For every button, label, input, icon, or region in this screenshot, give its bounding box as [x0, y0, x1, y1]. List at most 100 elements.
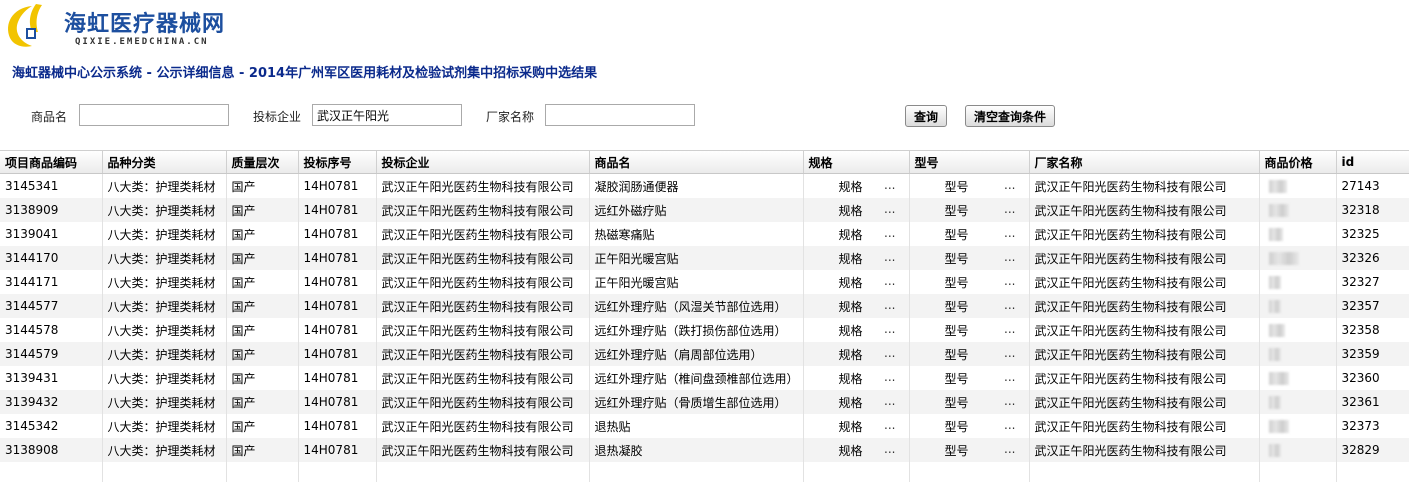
cell-quality: 国产: [226, 342, 298, 366]
cell-product: 正午阳光暖宫贴: [589, 246, 803, 270]
cell-product: 远红外理疗贴（肩周部位选用）: [589, 342, 803, 366]
more-button[interactable]: ...: [884, 418, 895, 432]
cell-code: 3144171: [0, 270, 102, 294]
redacted-price: [1269, 204, 1289, 217]
redacted-price: [1269, 180, 1287, 193]
column-header[interactable]: 型号: [909, 151, 1029, 174]
more-button[interactable]: ...: [1004, 346, 1015, 360]
query-button[interactable]: 查询: [905, 105, 947, 127]
cell-model: 型号...: [909, 198, 1029, 222]
table-row[interactable]: 3139041八大类：护理类耗材国产14H0781武汉正午阳光医药生物科技有限公…: [0, 222, 1409, 246]
cell-product: 远红外理疗贴（椎间盘颈椎部位选用）: [589, 366, 803, 390]
column-header[interactable]: 投标企业: [376, 151, 589, 174]
redacted-price: [1269, 396, 1281, 409]
cell-price: [1259, 198, 1336, 222]
cell-product: 正午阳光暖宫贴: [589, 270, 803, 294]
more-button[interactable]: ...: [884, 322, 895, 336]
table-row[interactable]: 3139432八大类：护理类耗材国产14H0781武汉正午阳光医药生物科技有限公…: [0, 390, 1409, 414]
brand-name: 海虹医疗器械网: [64, 6, 225, 38]
more-button[interactable]: ...: [884, 346, 895, 360]
more-button[interactable]: ...: [1004, 226, 1015, 240]
more-button[interactable]: ...: [1004, 370, 1015, 384]
more-button[interactable]: ...: [884, 442, 895, 456]
more-button[interactable]: ...: [884, 226, 895, 240]
more-button[interactable]: ...: [1004, 322, 1015, 336]
cell-spec: 规格...: [803, 222, 909, 246]
more-button[interactable]: ...: [884, 178, 895, 192]
cell-bidder: 武汉正午阳光医药生物科技有限公司: [376, 294, 589, 318]
cell-bidder: 武汉正午阳光医药生物科技有限公司: [376, 318, 589, 342]
table-row[interactable]: 3138908八大类：护理类耗材国产14H0781武汉正午阳光医药生物科技有限公…: [0, 438, 1409, 462]
column-header[interactable]: 品种分类: [102, 151, 226, 174]
more-button[interactable]: ...: [884, 250, 895, 264]
cell-category: 八大类：护理类耗材: [102, 222, 226, 246]
column-header[interactable]: 厂家名称: [1029, 151, 1259, 174]
spec-label: 规格: [839, 250, 863, 267]
column-header[interactable]: 质量层次: [226, 151, 298, 174]
empty-cell: [102, 462, 226, 482]
more-button[interactable]: ...: [1004, 442, 1015, 456]
maker-label: 厂家名称: [486, 108, 534, 125]
column-header[interactable]: 商品价格: [1259, 151, 1336, 174]
table-row[interactable]: 3144578八大类：护理类耗材国产14H0781武汉正午阳光医药生物科技有限公…: [0, 318, 1409, 342]
empty-row: [0, 462, 1409, 482]
clear-query-button[interactable]: 清空查询条件: [965, 105, 1055, 127]
column-header[interactable]: id: [1336, 151, 1409, 174]
maker-input[interactable]: [545, 104, 695, 126]
cell-code: 3144577: [0, 294, 102, 318]
more-button[interactable]: ...: [1004, 274, 1015, 288]
table-row[interactable]: 3144170八大类：护理类耗材国产14H0781武汉正午阳光医药生物科技有限公…: [0, 246, 1409, 270]
product-input[interactable]: [79, 104, 229, 126]
table-row[interactable]: 3138909八大类：护理类耗材国产14H0781武汉正午阳光医药生物科技有限公…: [0, 198, 1409, 222]
model-label: 型号: [945, 226, 969, 243]
cell-model: 型号...: [909, 174, 1029, 199]
empty-cell: [226, 462, 298, 482]
column-header[interactable]: 商品名: [589, 151, 803, 174]
more-button[interactable]: ...: [884, 298, 895, 312]
more-button[interactable]: ...: [1004, 298, 1015, 312]
cell-model: 型号...: [909, 270, 1029, 294]
more-button[interactable]: ...: [884, 274, 895, 288]
cell-code: 3145341: [0, 174, 102, 199]
cell-maker: 武汉正午阳光医药生物科技有限公司: [1029, 246, 1259, 270]
table-row[interactable]: 3144579八大类：护理类耗材国产14H0781武汉正午阳光医药生物科技有限公…: [0, 342, 1409, 366]
cell-bidder: 武汉正午阳光医药生物科技有限公司: [376, 414, 589, 438]
more-button[interactable]: ...: [1004, 418, 1015, 432]
cell-bidder: 武汉正午阳光医药生物科技有限公司: [376, 366, 589, 390]
cell-quality: 国产: [226, 414, 298, 438]
table-row[interactable]: 3145341八大类：护理类耗材国产14H0781武汉正午阳光医药生物科技有限公…: [0, 174, 1409, 199]
cell-id: 32326: [1336, 246, 1409, 270]
cell-quality: 国产: [226, 222, 298, 246]
more-button[interactable]: ...: [884, 202, 895, 216]
more-button[interactable]: ...: [1004, 394, 1015, 408]
cell-bidder: 武汉正午阳光医药生物科技有限公司: [376, 174, 589, 199]
cell-bidder: 武汉正午阳光医药生物科技有限公司: [376, 222, 589, 246]
cell-price: [1259, 414, 1336, 438]
cell-spec: 规格...: [803, 270, 909, 294]
model-label: 型号: [945, 394, 969, 411]
table-body: 3145341八大类：护理类耗材国产14H0781武汉正午阳光医药生物科技有限公…: [0, 174, 1409, 482]
table-row[interactable]: 3144171八大类：护理类耗材国产14H0781武汉正午阳光医药生物科技有限公…: [0, 270, 1409, 294]
column-header[interactable]: 投标序号: [298, 151, 376, 174]
model-label: 型号: [945, 202, 969, 219]
cell-id: 32318: [1336, 198, 1409, 222]
more-button[interactable]: ...: [1004, 178, 1015, 192]
cell-model: 型号...: [909, 222, 1029, 246]
table-header-row: 项目商品编码品种分类质量层次投标序号投标企业商品名规格型号厂家名称商品价格id: [0, 151, 1409, 174]
cell-model: 型号...: [909, 246, 1029, 270]
cell-category: 八大类：护理类耗材: [102, 414, 226, 438]
more-button[interactable]: ...: [884, 370, 895, 384]
more-button[interactable]: ...: [884, 394, 895, 408]
product-label: 商品名: [31, 108, 67, 125]
bidder-input[interactable]: [312, 104, 462, 126]
table-row[interactable]: 3144577八大类：护理类耗材国产14H0781武汉正午阳光医药生物科技有限公…: [0, 294, 1409, 318]
results-grid: 项目商品编码品种分类质量层次投标序号投标企业商品名规格型号厂家名称商品价格id …: [0, 150, 1409, 482]
column-header[interactable]: 项目商品编码: [0, 151, 102, 174]
cell-spec: 规格...: [803, 390, 909, 414]
table-row[interactable]: 3139431八大类：护理类耗材国产14H0781武汉正午阳光医药生物科技有限公…: [0, 366, 1409, 390]
table-row[interactable]: 3145342八大类：护理类耗材国产14H0781武汉正午阳光医药生物科技有限公…: [0, 414, 1409, 438]
more-button[interactable]: ...: [1004, 250, 1015, 264]
cell-model: 型号...: [909, 438, 1029, 462]
column-header[interactable]: 规格: [803, 151, 909, 174]
more-button[interactable]: ...: [1004, 202, 1015, 216]
